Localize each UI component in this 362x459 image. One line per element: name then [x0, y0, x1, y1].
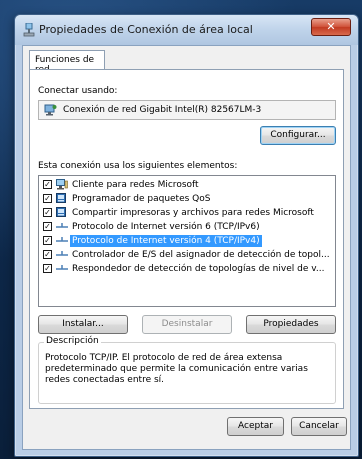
item-label: Compartir impresoras y archivos para red…	[72, 208, 314, 218]
network-adapter-icon	[44, 104, 57, 116]
adapter-field: Conexión de red Gigabit Intel(R) 82567LM…	[38, 100, 336, 120]
title-bar[interactable]: Propiedades de Conexión de área local ✕	[15, 15, 358, 45]
dialog-body: Funciones de red Conectar usando: Conexi…	[22, 45, 351, 450]
item-checkbox[interactable]: ✓	[43, 236, 52, 245]
protocol-icon	[56, 237, 68, 242]
protocol-icon	[56, 223, 68, 228]
list-item-file-sharing[interactable]: ✓ Compartir impresoras y archivos para r…	[40, 207, 334, 219]
window-title: Propiedades de Conexión de área local	[39, 23, 253, 36]
items-label: Esta conexión usa los siguientes element…	[38, 161, 238, 171]
item-label: Programador de paquetes QoS	[72, 194, 211, 204]
item-checkbox[interactable]: ✓	[43, 264, 52, 273]
configure-button[interactable]: Configurar...	[260, 126, 336, 145]
network-service-icon	[56, 207, 66, 217]
list-item-lltd-mapper[interactable]: ✓ Controlador de E/S del asignador de de…	[40, 249, 334, 261]
close-button[interactable]: ✕	[311, 18, 351, 36]
list-item-lltd-responder[interactable]: ✓ Respondedor de detección de topologías…	[40, 263, 334, 275]
components-list[interactable]: ✓ Cliente para redes Microsoft ✓ Program…	[38, 175, 336, 307]
item-checkbox[interactable]: ✓	[43, 208, 52, 217]
description-group: Descripción Protocolo TCP/IP. El protoco…	[38, 336, 336, 404]
network-service-icon	[56, 193, 66, 203]
network-client-icon	[56, 179, 68, 190]
connect-using-label: Conectar usando:	[38, 86, 118, 96]
item-label: Controlador de E/S del asignador de dete…	[72, 250, 330, 260]
adapter-name: Conexión de red Gigabit Intel(R) 82567LM…	[63, 105, 262, 115]
list-item-qos[interactable]: ✓ Programador de paquetes QoS	[40, 193, 334, 205]
protocol-icon	[56, 265, 68, 270]
properties-button[interactable]: Propiedades	[246, 315, 336, 334]
item-checkbox[interactable]: ✓	[43, 180, 52, 189]
item-checkbox[interactable]: ✓	[43, 222, 52, 231]
item-checkbox[interactable]: ✓	[43, 194, 52, 203]
tab-funciones-de-red[interactable]: Funciones de red	[29, 50, 105, 75]
ok-button[interactable]: Aceptar	[227, 417, 284, 436]
properties-dialog: Propiedades de Conexión de área local ✕ …	[14, 14, 359, 457]
list-item-client[interactable]: ✓ Cliente para redes Microsoft	[40, 179, 334, 191]
list-item-ipv4[interactable]: ✓ Protocolo de Internet versión 4 (TCP/I…	[40, 235, 334, 247]
item-label: Protocolo de Internet versión 6 (TCP/IPv…	[72, 222, 260, 232]
tab-panel: Conectar usando: Conexión de red Gigabit…	[29, 69, 344, 409]
uninstall-button[interactable]: Desinstalar	[142, 315, 232, 334]
item-checkbox[interactable]: ✓	[43, 250, 52, 259]
item-label: Protocolo de Internet versión 4 (TCP/IPv…	[70, 235, 262, 247]
cancel-button[interactable]: Cancelar	[291, 417, 347, 436]
protocol-icon	[56, 251, 68, 256]
network-connection-icon	[23, 23, 35, 37]
item-label: Respondedor de detección de topologías d…	[72, 264, 325, 274]
description-legend: Descripción	[44, 336, 101, 346]
install-button[interactable]: Instalar...	[38, 315, 128, 334]
description-text: Protocolo TCP/IP. El protocolo de red de…	[45, 353, 308, 385]
item-label: Cliente para redes Microsoft	[72, 180, 199, 190]
list-item-ipv6[interactable]: ✓ Protocolo de Internet versión 6 (TCP/I…	[40, 221, 334, 233]
